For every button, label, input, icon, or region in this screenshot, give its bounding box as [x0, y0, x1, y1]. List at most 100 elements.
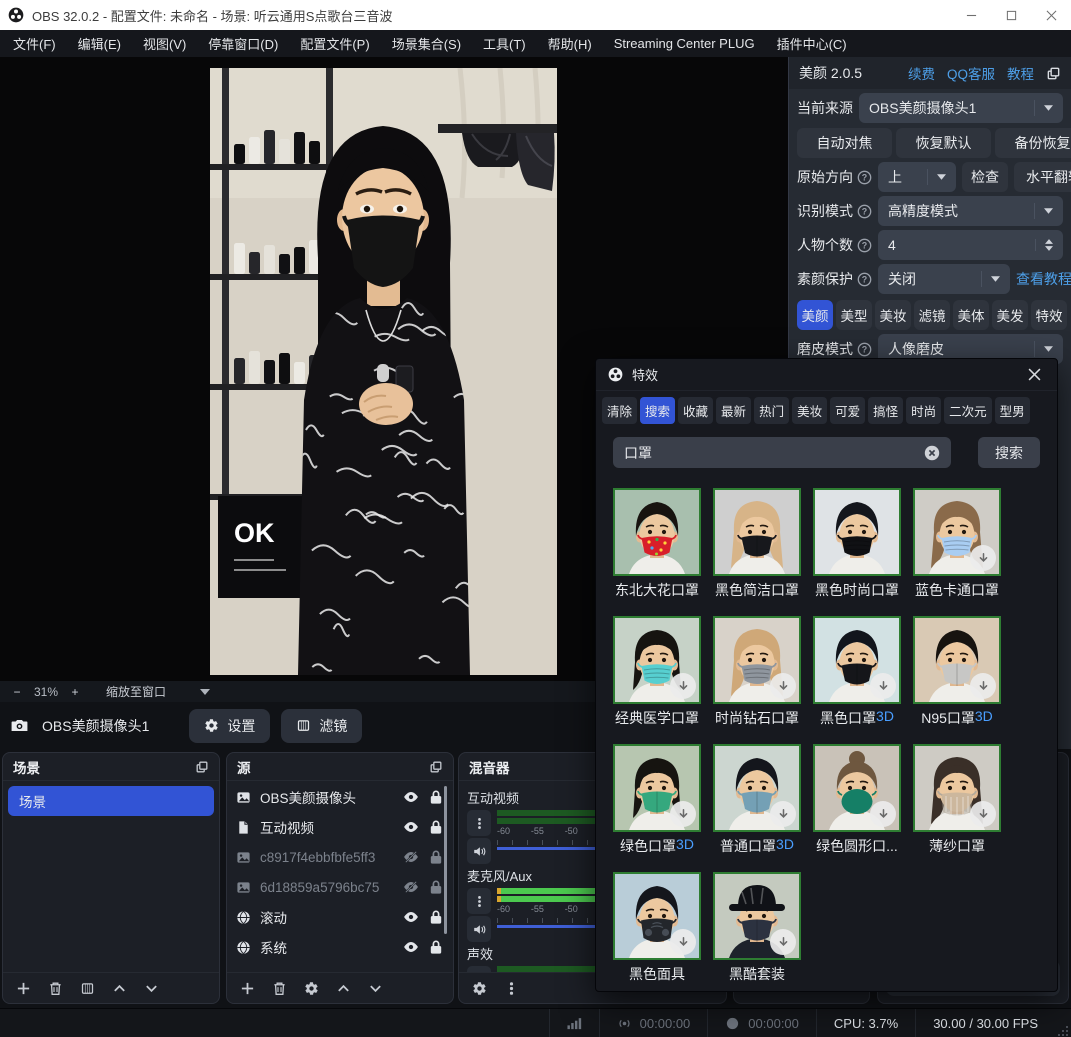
effect-thumbnail[interactable] — [613, 616, 701, 704]
effect-thumbnail[interactable] — [913, 744, 1001, 832]
source-properties-icon[interactable] — [304, 981, 319, 996]
channel-menu-button[interactable] — [467, 810, 491, 836]
popout-icon[interactable] — [1046, 66, 1061, 81]
effect-item-4[interactable]: 蓝色卡通口罩 — [913, 488, 1001, 600]
menu-item-6[interactable]: 场景集合(S) — [381, 30, 472, 57]
effect-item-8[interactable]: N95口罩3D — [913, 616, 1001, 728]
source-row-2[interactable]: 互动视频 — [227, 812, 453, 842]
menu-item-5[interactable]: 配置文件(P) — [289, 30, 380, 57]
beauty-link-2[interactable]: QQ客服 — [947, 63, 995, 83]
menu-item-9[interactable]: Streaming Center PLUG — [603, 30, 766, 57]
beauty-action-button-2[interactable]: 恢复默认 — [896, 128, 991, 158]
beauty-tab-滤镜[interactable]: 滤镜 — [914, 300, 950, 330]
search-input[interactable]: 口罩 — [613, 437, 951, 468]
eye-icon[interactable] — [403, 819, 419, 835]
help-icon[interactable]: ? — [857, 272, 872, 287]
effect-thumbnail[interactable] — [713, 872, 801, 960]
orientation-select[interactable]: 上 — [878, 162, 956, 192]
clear-search-icon[interactable] — [924, 445, 940, 461]
source-row-5[interactable]: 滚动 — [227, 902, 453, 932]
eye-icon[interactable] — [403, 939, 419, 955]
effects-tab-热门[interactable]: 热门 — [754, 397, 789, 424]
eye-icon[interactable] — [403, 909, 419, 925]
beauty-tab-美颜[interactable]: 美颜 — [797, 300, 833, 330]
scene-item[interactable]: 场景 — [8, 786, 214, 816]
menu-item-3[interactable]: 视图(V) — [132, 30, 197, 57]
scene-filters-icon[interactable] — [80, 981, 95, 996]
effects-tab-型男[interactable]: 型男 — [995, 397, 1030, 424]
effect-thumbnail[interactable] — [913, 488, 1001, 576]
effects-tab-最新[interactable]: 最新 — [716, 397, 751, 424]
beauty-tab-特效[interactable]: 特效 — [1031, 300, 1067, 330]
beauty-tab-美体[interactable]: 美体 — [953, 300, 989, 330]
effects-tab-清除[interactable]: 清除 — [602, 397, 637, 424]
effect-item-13[interactable]: 黑色面具 — [613, 872, 701, 984]
beauty-tab-美发[interactable]: 美发 — [992, 300, 1028, 330]
menu-item-8[interactable]: 帮助(H) — [537, 30, 603, 57]
advanced-audio-icon[interactable] — [472, 981, 487, 996]
effect-item-1[interactable]: 东北大花口罩 — [613, 488, 701, 600]
effects-tab-二次元[interactable]: 二次元 — [944, 397, 992, 424]
effect-thumbnail[interactable] — [713, 616, 801, 704]
effect-item-11[interactable]: 绿色圆形口... — [813, 744, 901, 856]
lock-icon[interactable] — [428, 939, 444, 955]
effect-thumbnail[interactable] — [613, 872, 701, 960]
zoom-out-button[interactable]: − — [8, 685, 26, 699]
effects-tab-搜索[interactable]: 搜索 — [640, 397, 675, 424]
lock-icon[interactable] — [428, 849, 444, 865]
effects-tab-收藏[interactable]: 收藏 — [678, 397, 713, 424]
source-row-3[interactable]: c8917f4ebbfbfe5ff3 — [227, 842, 453, 872]
filters-button[interactable]: 滤镜 — [281, 709, 362, 743]
menu-item-1[interactable]: 文件(F) — [2, 30, 67, 57]
move-down-icon[interactable] — [368, 981, 383, 996]
sources-scrollbar[interactable] — [444, 786, 447, 934]
effect-thumbnail[interactable] — [713, 744, 801, 832]
mixer-menu-icon[interactable] — [504, 981, 519, 996]
dialog-close-button[interactable] — [1023, 364, 1045, 386]
remove-source-icon[interactable] — [272, 981, 287, 996]
close-button[interactable] — [1031, 0, 1071, 30]
minimize-button[interactable] — [951, 0, 991, 30]
popout-icon[interactable] — [429, 760, 443, 774]
effect-item-14[interactable]: 黑酷套装 — [713, 872, 801, 984]
add-scene-icon[interactable] — [16, 981, 31, 996]
menu-item-4[interactable]: 停靠窗口(D) — [197, 30, 289, 57]
help-icon[interactable]: ? — [857, 170, 872, 185]
beauty-link-3[interactable]: 教程 — [1007, 63, 1034, 83]
eye-icon[interactable] — [403, 789, 419, 805]
move-up-icon[interactable] — [112, 981, 127, 996]
effect-item-7[interactable]: 黑色口罩3D — [813, 616, 901, 728]
beauty-action-button-1[interactable]: 自动对焦 — [797, 128, 892, 158]
maximize-button[interactable] — [991, 0, 1031, 30]
effect-thumbnail[interactable] — [713, 488, 801, 576]
recognition-mode-select[interactable]: 高精度模式 — [878, 196, 1063, 226]
lock-icon[interactable] — [428, 789, 444, 805]
eye-off-icon[interactable] — [403, 879, 419, 895]
source-row-1[interactable]: OBS美颜摄像头 — [227, 782, 453, 812]
beauty-action-button-3[interactable]: 备份恢复 — [995, 128, 1071, 158]
move-up-icon[interactable] — [336, 981, 351, 996]
effect-thumbnail[interactable] — [613, 744, 701, 832]
lock-icon[interactable] — [428, 909, 444, 925]
effect-item-6[interactable]: 时尚钻石口罩 — [713, 616, 801, 728]
settings-button[interactable]: 设置 — [189, 709, 270, 743]
resize-grip[interactable] — [1057, 1025, 1069, 1037]
effect-item-10[interactable]: 普通口罩3D — [713, 744, 801, 856]
help-icon[interactable]: ? — [857, 342, 872, 357]
beauty-tab-美型[interactable]: 美型 — [836, 300, 872, 330]
effect-item-9[interactable]: 绿色口罩3D — [613, 744, 701, 856]
effect-thumbnail[interactable] — [613, 488, 701, 576]
effect-item-2[interactable]: 黑色简洁口罩 — [713, 488, 801, 600]
current-source-select[interactable]: OBS美颜摄像头1 — [859, 93, 1063, 123]
channel-menu-button[interactable] — [467, 888, 491, 914]
effect-thumbnail[interactable] — [913, 616, 1001, 704]
view-tutorial-link[interactable]: 查看教程 — [1016, 269, 1071, 289]
effects-tab-时尚[interactable]: 时尚 — [906, 397, 941, 424]
check-button[interactable]: 检查 — [962, 162, 1008, 192]
zoom-in-button[interactable]: + — [66, 685, 84, 699]
makeup-protect-select[interactable]: 关闭 — [878, 264, 1010, 294]
help-icon[interactable]: ? — [857, 204, 872, 219]
source-row-4[interactable]: 6d18859a5796bc75 — [227, 872, 453, 902]
effects-tab-可爱[interactable]: 可爱 — [830, 397, 865, 424]
zoom-fit-select[interactable]: 缩放至窗口 — [106, 683, 210, 700]
